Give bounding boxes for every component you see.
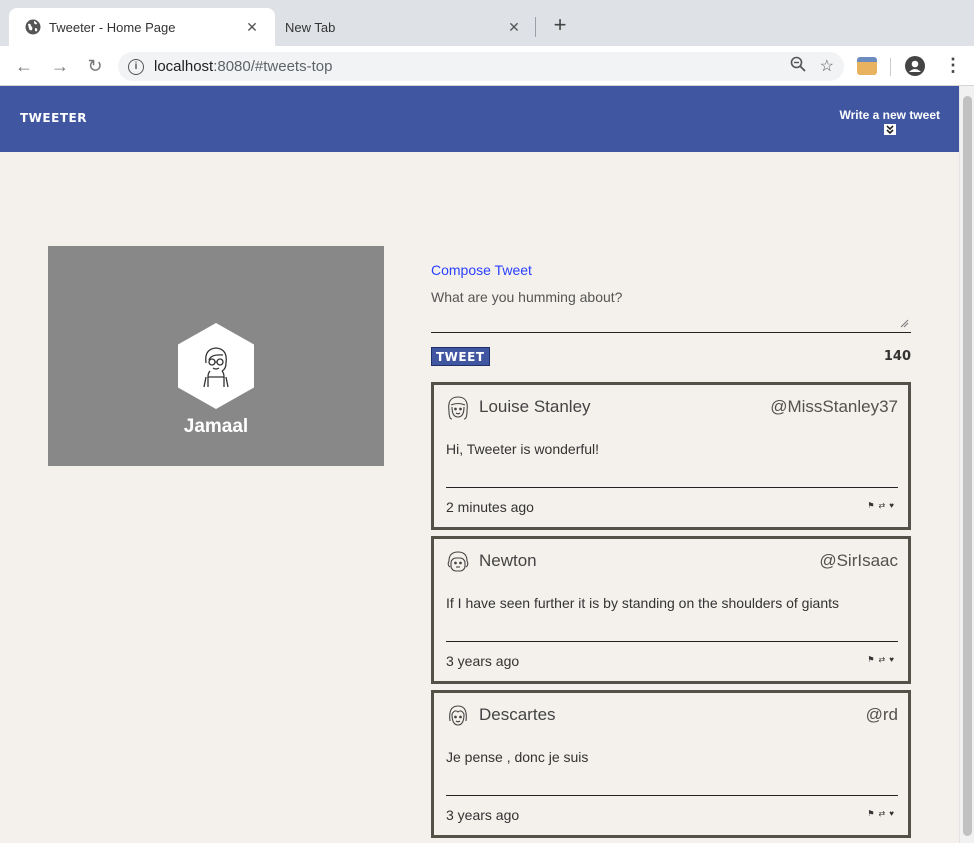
tweet-card: Descartes @rd Je pense , donc je suis 3 …: [431, 690, 911, 838]
tweet-actions: ⚑ ⇄ ♥: [867, 809, 894, 818]
heart-icon[interactable]: ♥: [889, 809, 894, 818]
write-new-tweet-button[interactable]: Write a new tweet: [840, 108, 940, 135]
write-new-tweet-label: Write a new tweet: [839, 108, 940, 122]
forward-icon[interactable]: →: [48, 54, 72, 78]
toolbar-separator: [890, 58, 891, 76]
url-host: localhost: [154, 58, 214, 75]
tweet-timestamp: 3 years ago: [446, 807, 520, 823]
woman-avatar-icon: [449, 705, 467, 726]
tweet-divider: [446, 487, 898, 488]
profile-avatar: [178, 323, 254, 409]
profile-icon[interactable]: [905, 56, 925, 76]
retweet-icon[interactable]: ⇄: [879, 501, 886, 510]
tweet-content: Hi, Tweeter is wonderful!: [446, 441, 600, 457]
tweet-actions: ⚑ ⇄ ♥: [867, 501, 894, 510]
tweet-timestamp: 2 minutes ago: [446, 499, 534, 515]
browser-tabstrip: Tweeter - Home Page ✕ New Tab ✕ +: [0, 0, 974, 46]
tweet-content: If I have seen further it is by standing…: [446, 595, 840, 611]
star-icon[interactable]: ☆: [820, 56, 834, 77]
browser-toolbar: ← → ↻ i localhost:8080/#tweets-top ☆ ⋮: [0, 46, 974, 86]
tab-tweeter-home[interactable]: Tweeter - Home Page ✕: [9, 8, 275, 46]
heart-icon[interactable]: ♥: [889, 655, 894, 664]
tweet-author-name: Louise Stanley: [479, 397, 591, 416]
retweet-icon[interactable]: ⇄: [879, 655, 886, 664]
tweet-author-name: Descartes: [479, 705, 556, 724]
tweet-timestamp: 3 years ago: [446, 653, 520, 669]
tweet-divider: [446, 795, 898, 796]
compose-section: Compose Tweet TWEET 140: [431, 262, 911, 366]
user-avatar-icon: [203, 347, 229, 388]
flag-icon[interactable]: ⚑: [867, 655, 874, 664]
scrollbar-thumb[interactable]: [963, 96, 972, 836]
girl-avatar-icon: [448, 396, 468, 420]
back-icon[interactable]: ←: [12, 54, 36, 78]
tweet-submit-button[interactable]: TWEET: [431, 347, 490, 366]
menu-icon[interactable]: ⋮: [944, 54, 962, 78]
tweet-author-handle: @SirIsaac: [819, 551, 898, 570]
address-bar[interactable]: i localhost:8080/#tweets-top ☆: [118, 52, 844, 81]
close-icon[interactable]: ✕: [243, 18, 261, 36]
tweet-author-name: Newton: [479, 551, 537, 570]
tweet-divider: [446, 641, 898, 642]
reload-icon[interactable]: ↻: [83, 54, 107, 78]
brand-logo[interactable]: TWEETER: [20, 111, 87, 125]
compose-title: Compose Tweet: [431, 262, 532, 278]
close-icon[interactable]: ✕: [505, 18, 523, 36]
tab-separator: [535, 17, 536, 37]
man-avatar-icon: [447, 551, 469, 572]
tab-new-tab[interactable]: New Tab ✕: [275, 8, 537, 46]
page-viewport: TWEETER Write a new tweet Jamaal Compose…: [0, 86, 974, 843]
page-scrollbar[interactable]: [959, 86, 974, 843]
resize-grip-icon[interactable]: [900, 319, 909, 328]
tweet-author-handle: @MissStanley37: [770, 397, 898, 416]
url-path: :8080/#tweets-top: [213, 58, 333, 75]
tweet-author-handle: @rd: [865, 705, 898, 724]
double-chevron-down-icon: [883, 124, 896, 135]
tweet-card: Louise Stanley @MissStanley37 Hi, Tweete…: [431, 382, 911, 530]
profile-card: Jamaal: [48, 246, 384, 466]
tweet-card: Newton @SirIsaac If I have seen further …: [431, 536, 911, 684]
extension-icon[interactable]: [857, 57, 877, 75]
heart-icon[interactable]: ♥: [889, 501, 894, 510]
tweet-actions: ⚑ ⇄ ♥: [867, 655, 894, 664]
new-tab-icon[interactable]: +: [548, 14, 572, 38]
zoom-icon[interactable]: [790, 56, 806, 77]
profile-name: Jamaal: [183, 416, 249, 437]
tab-title: New Tab: [285, 19, 336, 35]
retweet-icon[interactable]: ⇄: [879, 809, 886, 818]
tweet-textarea[interactable]: [431, 285, 911, 333]
info-icon[interactable]: i: [128, 58, 144, 75]
tab-title: Tweeter - Home Page: [49, 19, 176, 35]
character-counter: 140: [883, 349, 911, 364]
top-navbar: TWEETER Write a new tweet: [0, 86, 959, 152]
globe-icon: [25, 19, 41, 35]
tweet-content: Je pense , donc je suis: [446, 749, 589, 765]
flag-icon[interactable]: ⚑: [867, 809, 874, 818]
flag-icon[interactable]: ⚑: [867, 501, 874, 510]
